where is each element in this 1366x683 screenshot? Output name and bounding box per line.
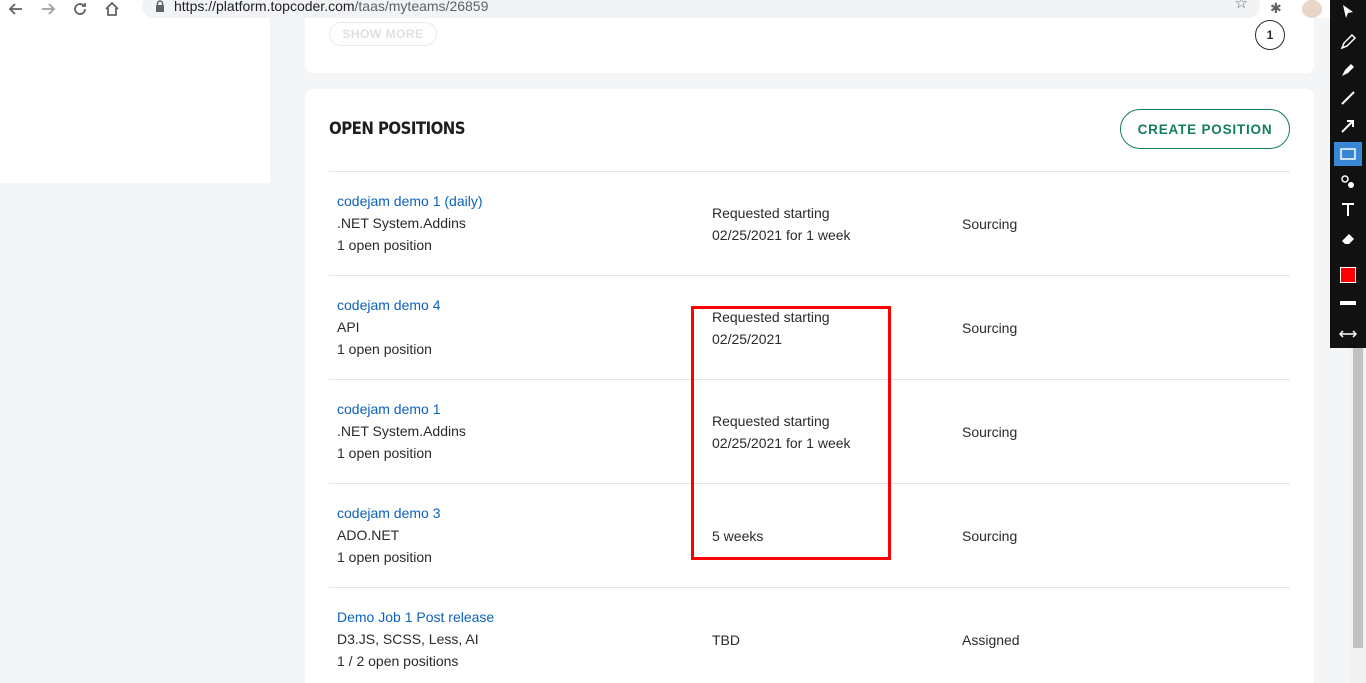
position-status: Sourcing <box>962 320 1018 336</box>
rectangle-icon[interactable] <box>1334 142 1362 166</box>
url-host: https://platform.topcoder.com <box>174 0 355 14</box>
position-skills: .NET System.Addins <box>337 423 466 439</box>
position-skills: ADO.NET <box>337 527 400 543</box>
drawing-toolbar <box>1330 0 1366 348</box>
position-skills: .NET System.Addins <box>337 215 466 231</box>
position-status: Sourcing <box>962 528 1018 544</box>
pencil-icon[interactable] <box>1334 30 1362 54</box>
back-icon[interactable] <box>0 0 32 18</box>
position-count: 1 open position <box>337 445 432 461</box>
position-status: Sourcing <box>962 424 1018 440</box>
text-icon[interactable] <box>1334 198 1362 222</box>
position-count: 1 open position <box>337 549 432 565</box>
position-count: 1 open position <box>337 341 432 357</box>
line-icon[interactable] <box>1334 86 1362 110</box>
position-date-line2: 02/25/2021 for 1 week <box>712 227 851 243</box>
position-status: Assigned <box>962 632 1020 648</box>
reload-icon[interactable] <box>64 0 96 18</box>
position-title-link[interactable]: codejam demo 1 (daily) <box>337 190 483 212</box>
address-bar[interactable]: https://platform.topcoder.com/taas/mytea… <box>142 0 1260 18</box>
color-swatch[interactable] <box>1334 263 1362 287</box>
extensions-icon[interactable]: ✱ <box>1270 0 1282 17</box>
sidebar-panel <box>0 18 270 183</box>
position-count: 1 open position <box>337 237 432 253</box>
position-date-line1: Requested starting <box>712 205 830 221</box>
stamp-icon[interactable] <box>1334 170 1362 194</box>
position-skills: API <box>337 319 360 335</box>
eraser-icon[interactable] <box>1334 226 1362 250</box>
home-icon[interactable] <box>96 0 128 18</box>
avatar[interactable] <box>1302 0 1322 18</box>
position-title-link[interactable]: codejam demo 1 <box>337 398 466 420</box>
pagination-page[interactable]: 1 <box>1255 20 1285 50</box>
browser-toolbar: https://platform.topcoder.com/taas/mytea… <box>0 0 1330 18</box>
position-title-link[interactable]: codejam demo 3 <box>337 502 441 524</box>
arrow-icon[interactable] <box>1334 114 1362 138</box>
line-width[interactable] <box>1334 291 1362 315</box>
position-title-link[interactable]: codejam demo 4 <box>337 294 441 316</box>
position-row: Demo Job 1 Post release D3.JS, SCSS, Les… <box>329 587 1290 683</box>
highlighter-icon[interactable] <box>1334 58 1362 82</box>
position-skills: D3.JS, SCSS, Less, AI <box>337 631 479 647</box>
lock-icon <box>156 0 164 12</box>
url-path: /taas/myteams/26859 <box>354 0 489 14</box>
show-more-button[interactable]: SHOW MORE <box>329 22 437 46</box>
create-position-button[interactable]: CREATE POSITION <box>1120 109 1290 149</box>
collapse-icon[interactable] <box>1334 322 1362 346</box>
star-icon[interactable]: ☆ <box>1235 0 1248 12</box>
team-members-card: SHOW MORE 1 <box>305 18 1314 73</box>
cursor-icon[interactable] <box>1334 0 1362 24</box>
position-duration: TBD <box>712 632 740 648</box>
annotation-rectangle <box>691 306 891 560</box>
position-count: 1 / 2 open positions <box>337 653 459 669</box>
forward-icon[interactable] <box>32 0 64 18</box>
position-title-link[interactable]: Demo Job 1 Post release <box>337 606 494 628</box>
section-title: OPEN POSITIONS <box>329 119 466 139</box>
scrollbar-thumb[interactable] <box>1353 348 1363 648</box>
position-status: Sourcing <box>962 216 1018 232</box>
position-row: codejam demo 1 (daily) .NET System.Addin… <box>329 171 1290 275</box>
